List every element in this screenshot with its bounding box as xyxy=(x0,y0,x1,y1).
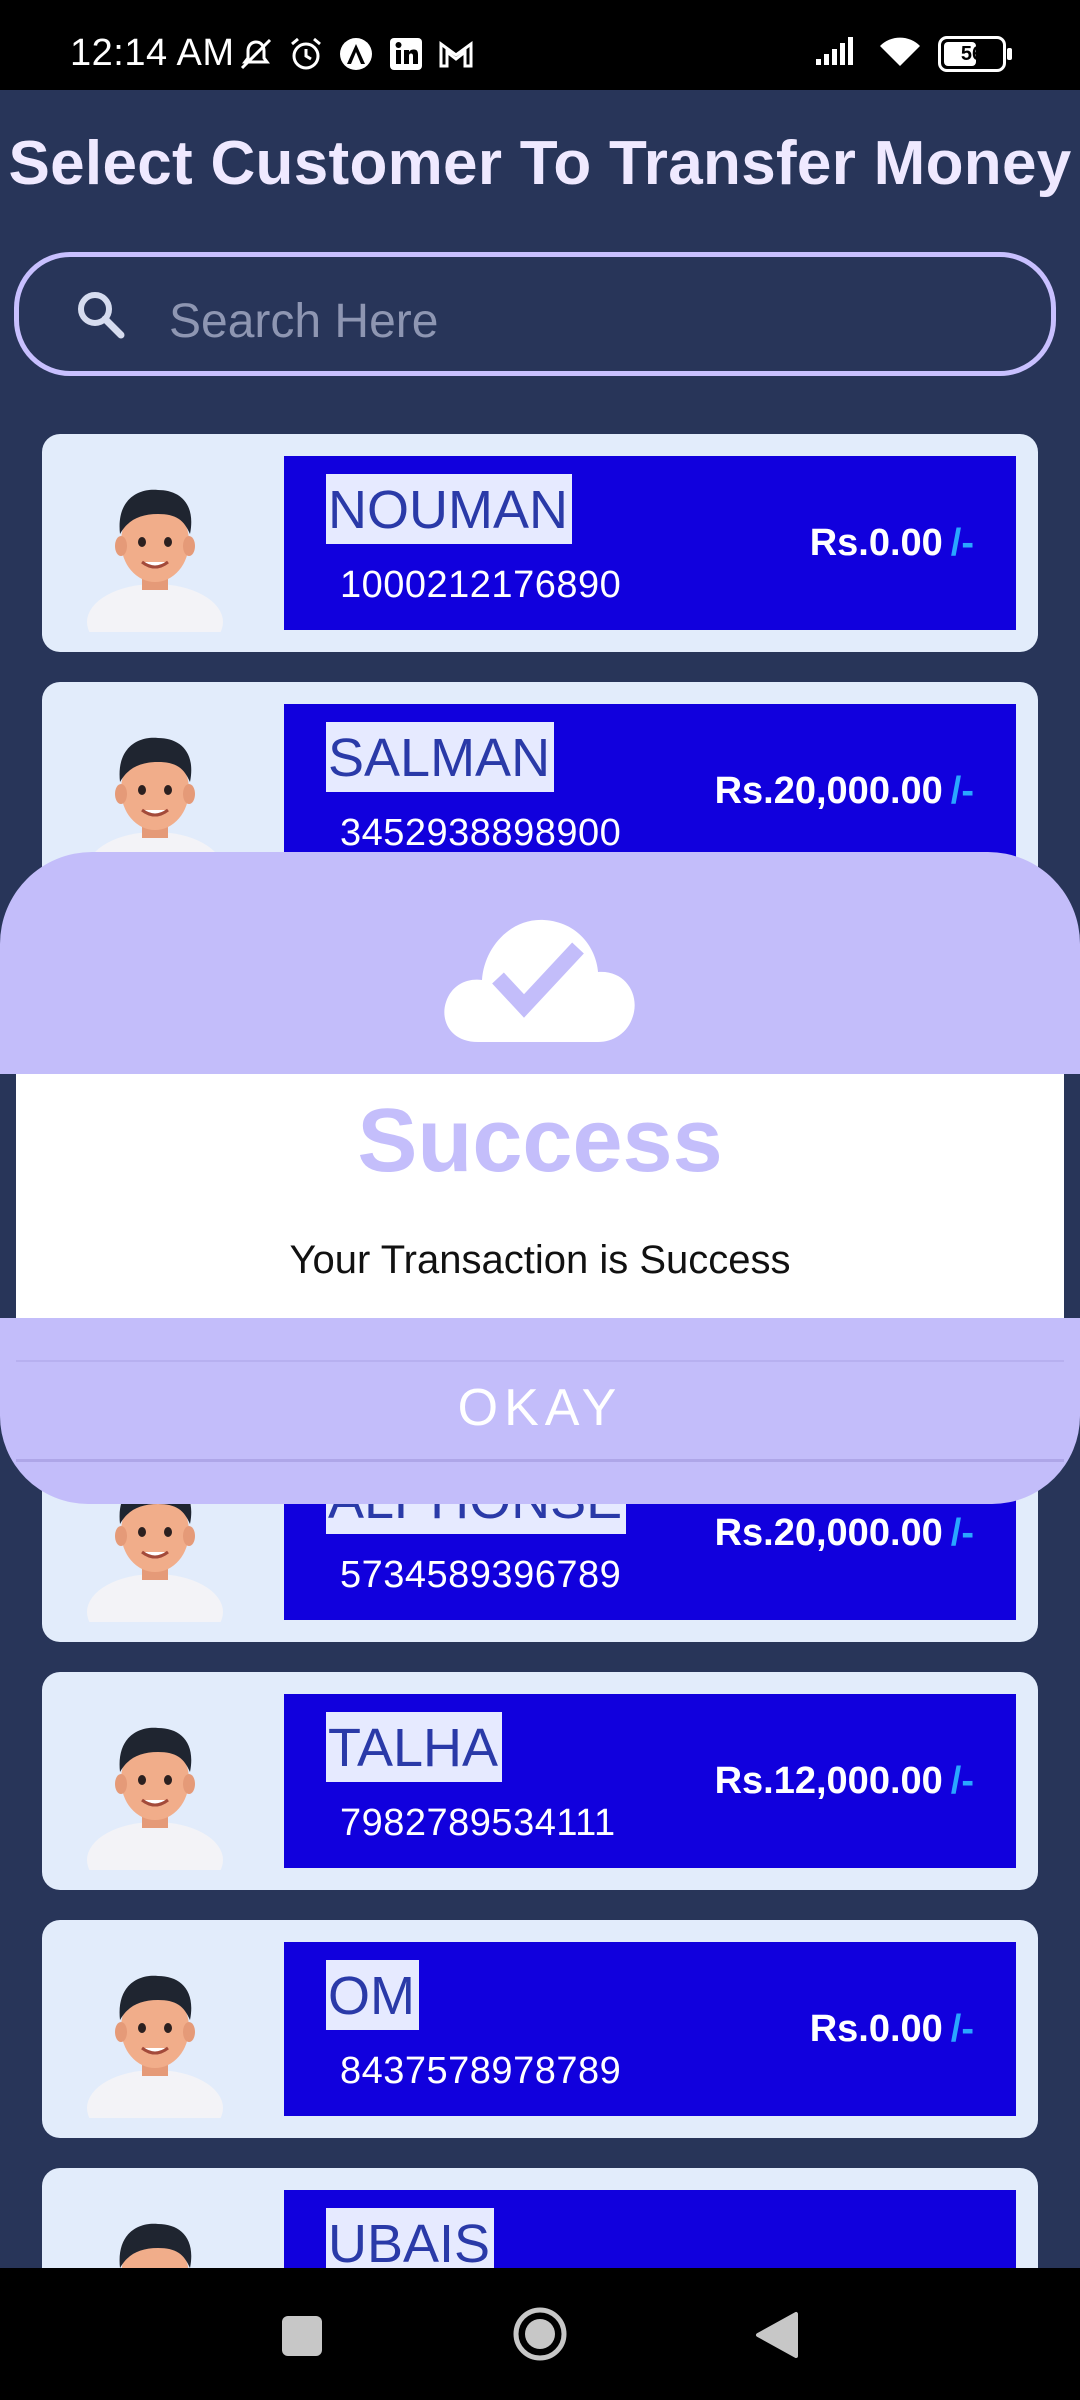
avatar xyxy=(80,1958,230,2146)
customer-name: TALHA xyxy=(326,1712,503,1782)
navigation-bar xyxy=(0,2268,1080,2400)
signal-icon xyxy=(814,35,862,72)
alarm-icon xyxy=(288,36,324,72)
status-bar: 12:14 AM 56 xyxy=(0,0,1080,90)
balance-suffix: /- xyxy=(950,770,974,812)
account-number: 3452938898900 xyxy=(340,812,622,854)
customer-info-panel: OM 8437578978789 Rs.0.00/- xyxy=(284,1942,1016,2116)
search-placeholder: Search Here xyxy=(169,295,439,348)
customer-name: OM xyxy=(326,1960,419,2030)
balance-suffix: /- xyxy=(950,1512,974,1554)
page-title: Select Customer To Transfer Money xyxy=(8,129,1072,198)
balance: Rs.20,000.00/- xyxy=(715,770,974,813)
avatar xyxy=(80,1710,230,1898)
balance-suffix: /- xyxy=(950,2008,974,2050)
customer-card[interactable]: OM 8437578978789 Rs.0.00/- xyxy=(42,1920,1038,2146)
customer-name: NOUMAN xyxy=(326,474,572,544)
back-triangle-icon[interactable] xyxy=(752,2310,802,2360)
home-circle-icon[interactable] xyxy=(512,2306,568,2362)
account-number: 5734589396789 xyxy=(340,1554,622,1596)
account-number: 1000212176890 xyxy=(340,564,622,606)
recents-square-icon[interactable] xyxy=(282,2316,322,2356)
okay-button[interactable]: OKAY xyxy=(0,1360,1080,1462)
app-icon xyxy=(338,36,374,72)
battery-level: 56 xyxy=(960,42,984,65)
balance: Rs.12,000.00/- xyxy=(715,1760,974,1803)
dialog-message: Your Transaction is Success xyxy=(289,1238,791,1282)
balance: Rs.0.00/- xyxy=(810,2008,974,2051)
gmail-icon xyxy=(438,36,474,72)
dialog-title: Success xyxy=(357,1091,723,1191)
customer-card[interactable]: TALHA 7982789534111 Rs.12,000.00/- xyxy=(42,1672,1038,1898)
account-number: 7982789534111 xyxy=(340,1802,616,1844)
customer-info-panel: NOUMAN 1000212176890 Rs.0.00/- xyxy=(284,456,1016,630)
balance-amount: Rs.12,000.00 xyxy=(714,1760,943,1802)
status-time: 12:14 AM xyxy=(70,32,235,74)
mute-icon xyxy=(238,36,274,72)
balance-amount: Rs.0.00 xyxy=(809,522,943,564)
search-icon xyxy=(73,287,129,343)
avatar xyxy=(80,472,230,660)
balance-amount: Rs.0.00 xyxy=(809,2008,943,2050)
customer-info-panel: TALHA 7982789534111 Rs.12,000.00/- xyxy=(284,1694,1016,1868)
balance: Rs.20,000.00/- xyxy=(715,1512,974,1555)
battery-icon: 56 xyxy=(938,35,1012,72)
balance-suffix: /- xyxy=(950,522,974,564)
balance-suffix: /- xyxy=(950,1760,974,1802)
account-number: 8437578978789 xyxy=(340,2050,622,2092)
cloud-check-icon xyxy=(438,908,638,1044)
balance-amount: Rs.20,000.00 xyxy=(714,1512,943,1554)
balance-amount: Rs.20,000.00 xyxy=(714,770,943,812)
customer-name: SALMAN xyxy=(326,722,555,792)
balance: Rs.0.00/- xyxy=(810,522,974,565)
wifi-icon xyxy=(878,34,922,73)
customer-card[interactable]: NOUMAN 1000212176890 Rs.0.00/- xyxy=(42,434,1038,660)
linkedin-icon xyxy=(388,36,424,72)
search-input[interactable]: Search Here xyxy=(14,252,1056,376)
